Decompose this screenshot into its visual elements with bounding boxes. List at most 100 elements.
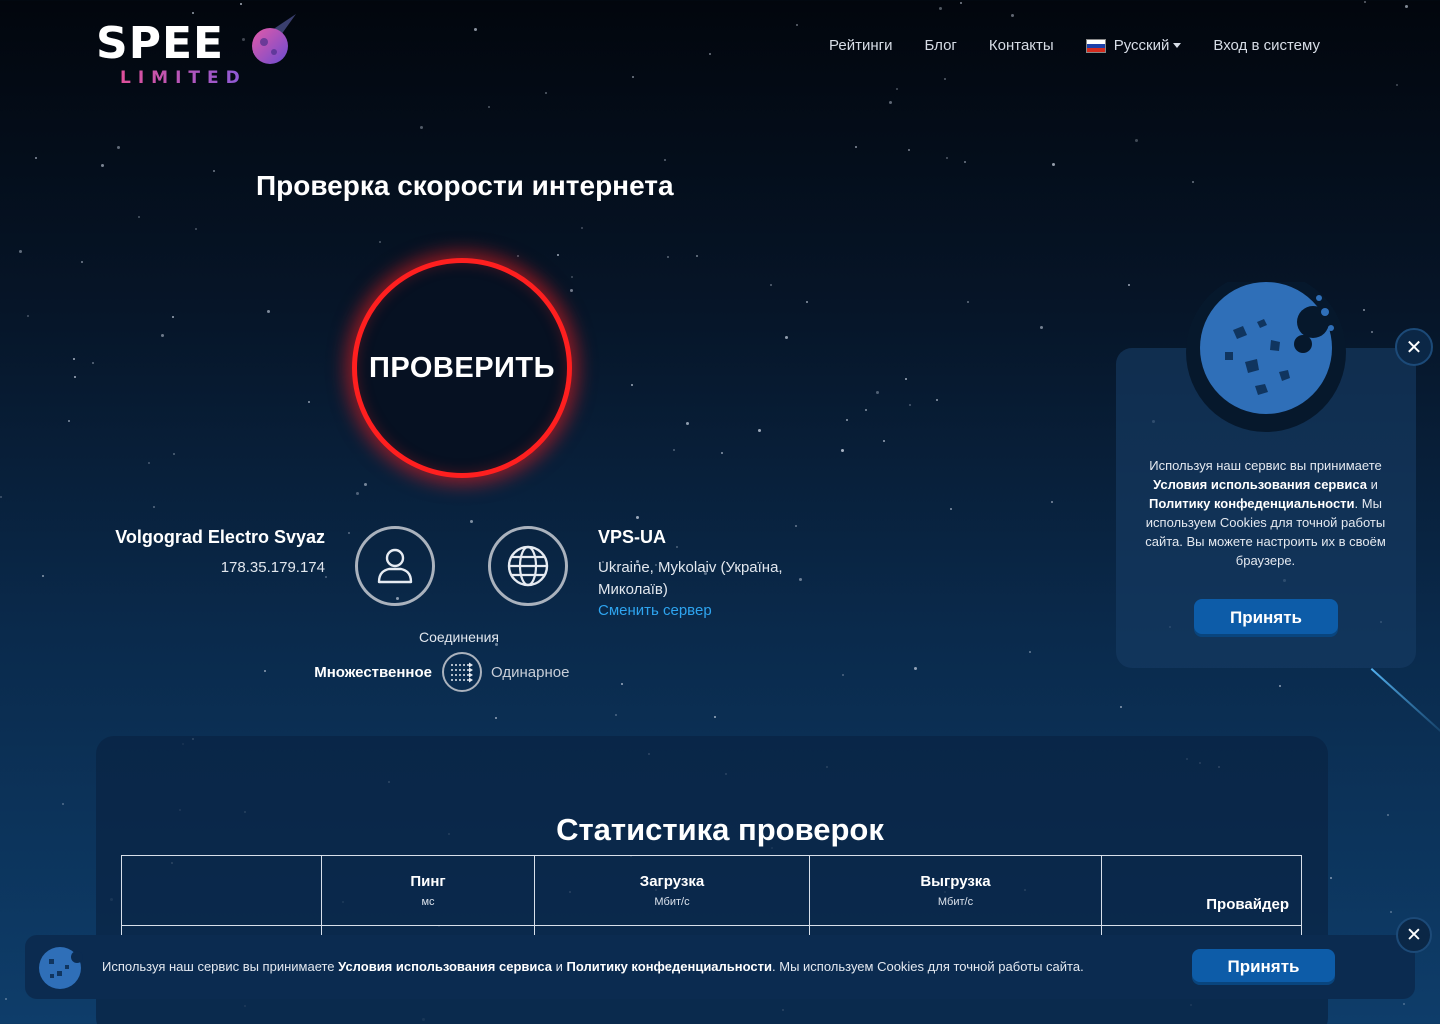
- nav-ratings[interactable]: Рейтинги: [829, 37, 892, 54]
- star: [709, 53, 711, 55]
- star: [62, 803, 64, 805]
- client-user-icon: [355, 526, 435, 606]
- nav-login[interactable]: Вход в систему: [1213, 37, 1320, 54]
- star: [806, 301, 808, 303]
- col-ping-header: Пинг мс: [321, 855, 535, 926]
- cookie-bar-close-button[interactable]: ✕: [1396, 917, 1432, 953]
- star: [1371, 331, 1373, 333]
- privacy-link[interactable]: Политику конфеденциальности: [567, 959, 773, 974]
- star: [883, 440, 885, 442]
- star: [74, 376, 76, 378]
- star: [795, 525, 797, 527]
- star: [950, 508, 952, 510]
- star: [631, 384, 633, 386]
- cookie-bar-accept-button[interactable]: Принять: [1192, 949, 1335, 985]
- star: [632, 76, 634, 78]
- stats-header-row: Пинг мс Загрузка Мбит/с Выгрузка Мбит/с Про…: [121, 855, 1302, 926]
- start-test-label: ПРОВЕРИТЬ: [369, 351, 555, 384]
- cookie-icon: [39, 947, 83, 989]
- star: [101, 164, 104, 167]
- language-selector[interactable]: Русский: [1085, 37, 1182, 54]
- star: [581, 227, 583, 229]
- star: [1011, 14, 1014, 17]
- star: [325, 576, 327, 578]
- globe-icon: [507, 545, 549, 587]
- change-server-link[interactable]: Сменить сервер: [598, 602, 712, 619]
- star: [1135, 139, 1138, 142]
- star: [1052, 163, 1055, 166]
- connections-label: Соединения: [419, 629, 500, 645]
- star: [1390, 911, 1392, 913]
- star: [517, 255, 519, 257]
- star: [27, 315, 29, 317]
- star: [348, 532, 350, 534]
- star: [855, 146, 857, 148]
- nav-blog[interactable]: Блог: [924, 37, 956, 54]
- star: [356, 492, 359, 495]
- cookie-modal-close-button[interactable]: ✕: [1395, 328, 1433, 366]
- star: [81, 261, 83, 263]
- star: [696, 255, 698, 257]
- server-globe-icon: [488, 526, 568, 606]
- meteor-icon: [252, 14, 296, 64]
- nav-contacts[interactable]: Контакты: [989, 37, 1054, 54]
- stats-title: Статистика проверок: [556, 812, 884, 847]
- star: [1330, 877, 1332, 879]
- cookie-icon: [1186, 282, 1346, 432]
- multi-arrows-icon: [451, 662, 473, 683]
- start-test-button[interactable]: ПРОВЕРИТЬ: [352, 258, 572, 478]
- star: [841, 449, 844, 452]
- star: [1040, 326, 1043, 329]
- col-download-header: Загрузка Мбит/с: [534, 855, 810, 926]
- star: [1128, 284, 1130, 286]
- star: [557, 254, 559, 256]
- terms-link[interactable]: Условия использования сервиса: [1153, 477, 1367, 492]
- star: [195, 228, 197, 230]
- star: [946, 157, 948, 159]
- star: [1364, 1, 1366, 3]
- star: [35, 157, 37, 159]
- col-date-header: [121, 855, 322, 926]
- star: [876, 391, 879, 394]
- star: [264, 670, 266, 672]
- star: [420, 126, 423, 129]
- star: [1405, 5, 1408, 8]
- star: [936, 399, 938, 401]
- connection-mode-toggle[interactable]: [442, 652, 482, 692]
- star: [673, 449, 675, 451]
- star: [636, 516, 639, 519]
- star: [308, 401, 310, 403]
- logo-subtitle: LIMITED: [120, 68, 247, 88]
- star: [161, 334, 164, 337]
- server-location: Ukraine, Mykolaiv (Україна, Миколаїв): [598, 559, 783, 598]
- star: [909, 404, 911, 406]
- privacy-link[interactable]: Политику конфеденциальности: [1149, 496, 1355, 511]
- client-ip: 178.35.179.174: [220, 559, 325, 576]
- user-icon: [377, 548, 413, 584]
- cookie-bar-text: Используя наш сервис вы принимаете Услов…: [102, 959, 1084, 974]
- star: [676, 546, 678, 548]
- star: [117, 146, 120, 149]
- star: [73, 358, 75, 360]
- star: [908, 149, 910, 151]
- star: [267, 310, 270, 313]
- star: [865, 409, 867, 411]
- star: [944, 78, 946, 80]
- star: [939, 7, 942, 10]
- main-nav: Рейтинги Блог Контакты Русский Вход в си…: [797, 37, 1320, 54]
- star: [914, 667, 917, 670]
- connection-multi-option[interactable]: Множественное: [314, 664, 432, 681]
- star: [896, 88, 898, 90]
- connection-single-option[interactable]: Одинарное: [491, 664, 569, 681]
- star: [664, 159, 666, 161]
- star: [240, 3, 242, 5]
- star: [796, 24, 798, 26]
- star: [545, 92, 547, 94]
- meteor-streak: [1370, 668, 1440, 744]
- star: [19, 250, 22, 253]
- star: [842, 674, 844, 676]
- terms-link[interactable]: Условия использования сервиса: [338, 959, 552, 974]
- star: [379, 241, 381, 243]
- cookie-modal-accept-button[interactable]: Принять: [1194, 599, 1338, 637]
- site-logo[interactable]: SPEE LIMITED: [96, 12, 306, 90]
